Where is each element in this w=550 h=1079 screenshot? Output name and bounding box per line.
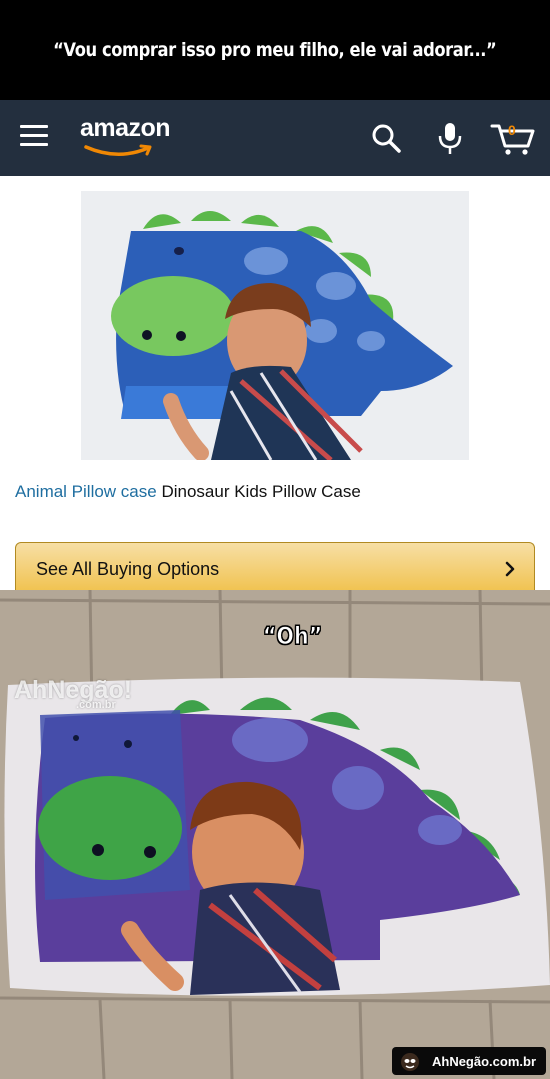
footer-domain: AhNegão.com.br bbox=[431, 1053, 536, 1069]
search-icon[interactable] bbox=[368, 120, 404, 156]
cart-icon[interactable]: 0 bbox=[490, 120, 536, 156]
product-content: Animal Pillow case Dinosaur Kids Pillow … bbox=[0, 176, 550, 594]
menu-icon[interactable] bbox=[20, 125, 48, 149]
microphone-icon[interactable] bbox=[432, 120, 468, 156]
meme-caption: “Vou comprar isso pro meu filho, ele vai… bbox=[53, 39, 497, 61]
logo-text: amazon bbox=[80, 114, 171, 142]
footer-site-badge: AhNegão.com.br bbox=[391, 1047, 546, 1075]
received-product-photo: “Oh” AhNegão! .com.br AhNegão.com.br bbox=[0, 590, 550, 1079]
logo-smile-icon bbox=[84, 144, 152, 156]
product-title: Animal Pillow case Dinosaur Kids Pillow … bbox=[15, 482, 361, 502]
meme-caption-bar: “Vou comprar isso pro meu filho, ele vai… bbox=[0, 0, 550, 100]
product-category-link[interactable]: Animal Pillow case bbox=[15, 482, 157, 501]
cart-count: 0 bbox=[508, 122, 516, 138]
chevron-right-icon bbox=[505, 561, 515, 577]
mascot-avatar-icon bbox=[400, 1053, 419, 1071]
see-all-buying-options-button[interactable]: See All Buying Options bbox=[15, 542, 535, 594]
amazon-logo[interactable]: amazon bbox=[80, 114, 180, 158]
product-title-text: Dinosaur Kids Pillow Case bbox=[156, 482, 361, 501]
watermark-brand: AhNegão! .com.br bbox=[14, 676, 132, 711]
reaction-caption: “Oh” bbox=[262, 622, 323, 651]
product-image[interactable] bbox=[81, 191, 469, 460]
amazon-header: amazon 0 bbox=[0, 100, 550, 176]
buy-button-label: See All Buying Options bbox=[36, 559, 220, 579]
